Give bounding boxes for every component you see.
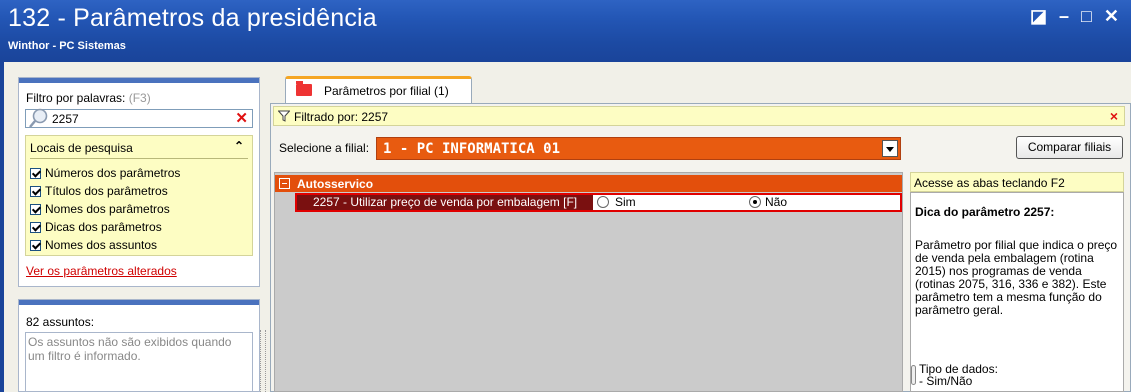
dropdown-arrow-icon[interactable]: [882, 140, 898, 157]
radio-nao-label: Não: [765, 195, 788, 209]
parameter-grid: Autosservico 2257 - Utilizar preço de ve…: [274, 172, 903, 392]
subjects-list[interactable]: Os assuntos não são exibidos quando um f…: [25, 332, 253, 392]
search-locations-title: Locais de pesquisa: [30, 141, 133, 155]
checkbox-row[interactable]: Títulos dos parâmetros: [30, 182, 180, 200]
restore-icon[interactable]: ◪: [1030, 6, 1047, 27]
tab-parametros-por-filial[interactable]: Parâmetros por filial (1): [285, 76, 472, 103]
compare-filiais-button[interactable]: Comparar filiais: [1016, 136, 1123, 159]
tab-label: Parâmetros por filial (1): [324, 84, 449, 98]
help-panel: Dica do parâmetro 2257: Parâmetro por fi…: [910, 192, 1124, 392]
checkbox-label: Nomes dos parâmetros: [45, 202, 170, 216]
scroll-handle[interactable]: [911, 365, 916, 385]
folder-icon: [296, 81, 312, 96]
filter-status-text: Filtrado por: 2257: [294, 110, 389, 124]
help-title: Dica do parâmetro 2257:: [915, 205, 1055, 219]
panel-splitter[interactable]: [260, 330, 266, 392]
checkbox-row[interactable]: Dicas dos parâmetros: [30, 218, 180, 236]
checkbox-label: Dicas dos parâmetros: [45, 220, 162, 234]
search-locations-list: Números dos parâmetros Títulos dos parâm…: [30, 164, 180, 254]
collapse-group-icon[interactable]: [279, 178, 290, 189]
filial-select[interactable]: 1 - PC INFORMATICA 01: [376, 137, 901, 160]
checkbox-row[interactable]: Nomes dos assuntos: [30, 236, 180, 254]
panel-header-bar: [19, 300, 259, 305]
checkbox-label: Números dos parâmetros: [45, 166, 181, 180]
filter-label: Filtro por palavras: (F3): [26, 91, 151, 105]
view-altered-params-link[interactable]: Ver os parâmetros alterados: [26, 264, 177, 278]
window-subtitle: Winthor - PC Sistemas: [8, 40, 126, 52]
clear-search-icon[interactable]: ✕: [235, 109, 248, 127]
filter-status-bar: Filtrado por: 2257 ×: [273, 106, 1125, 126]
maximize-icon[interactable]: □: [1081, 6, 1092, 27]
help-description: Parâmetro por filial que indica o preço …: [915, 238, 1118, 317]
parameter-label: 2257 - Utilizar preço de venda por embal…: [297, 195, 593, 210]
window-title: 132 - Parâmetros da presidência: [8, 4, 377, 32]
filial-selected-value: 1 - PC INFORMATICA 01: [383, 141, 561, 157]
checkbox[interactable]: [30, 221, 41, 233]
group-label: Autosservico: [297, 177, 374, 191]
close-icon[interactable]: ✕: [1104, 6, 1119, 27]
panel-header-bar: [19, 78, 259, 83]
filial-label: Selecione a filial:: [279, 141, 370, 155]
filter-label-text: Filtro por palavras:: [26, 91, 126, 105]
window-controls: ◪ – □ ✕: [1030, 6, 1119, 27]
radio-nao[interactable]: [749, 196, 761, 208]
filter-panel: Filtro por palavras: (F3) 2257 ✕ Locais …: [18, 77, 260, 287]
data-type-value: - Sim/Não: [919, 374, 973, 388]
search-icon: [29, 108, 48, 128]
search-locations-box: Locais de pesquisa ⌃ Números dos parâmet…: [25, 135, 253, 256]
help-hint: Acesse as abas teclando F2: [910, 172, 1124, 192]
collapse-chevron-icon[interactable]: ⌃: [234, 139, 244, 153]
checkbox-row[interactable]: Números dos parâmetros: [30, 164, 180, 182]
minimize-icon[interactable]: –: [1059, 6, 1069, 27]
group-row-autosservico[interactable]: Autosservico: [275, 175, 902, 192]
radio-sim[interactable]: [597, 196, 609, 208]
search-input[interactable]: 2257 ✕: [25, 108, 253, 128]
search-value: 2257: [52, 112, 79, 126]
checkbox[interactable]: [30, 185, 41, 197]
subjects-panel: 82 assuntos: Os assuntos não são exibido…: [18, 299, 260, 392]
filter-hotkey: (F3): [128, 91, 151, 105]
checkbox-label: Títulos dos parâmetros: [45, 184, 168, 198]
checkbox[interactable]: [30, 167, 41, 179]
parameter-row[interactable]: 2257 - Utilizar preço de venda por embal…: [295, 193, 902, 212]
data-type-info: Tipo de dados: - Sim/Não: [919, 363, 998, 387]
funnel-icon: [278, 110, 290, 122]
checkbox[interactable]: [30, 239, 41, 251]
radio-sim-label: Sim: [615, 195, 636, 209]
checkbox-row[interactable]: Nomes dos parâmetros: [30, 200, 180, 218]
subjects-count: 82 assuntos:: [26, 315, 95, 329]
window-title-bar: 132 - Parâmetros da presidência Winthor …: [0, 0, 1131, 62]
checkbox-label: Nomes dos assuntos: [45, 238, 158, 252]
checkbox[interactable]: [30, 203, 41, 215]
remove-filter-icon[interactable]: ×: [1110, 108, 1118, 124]
divider: [30, 158, 248, 159]
